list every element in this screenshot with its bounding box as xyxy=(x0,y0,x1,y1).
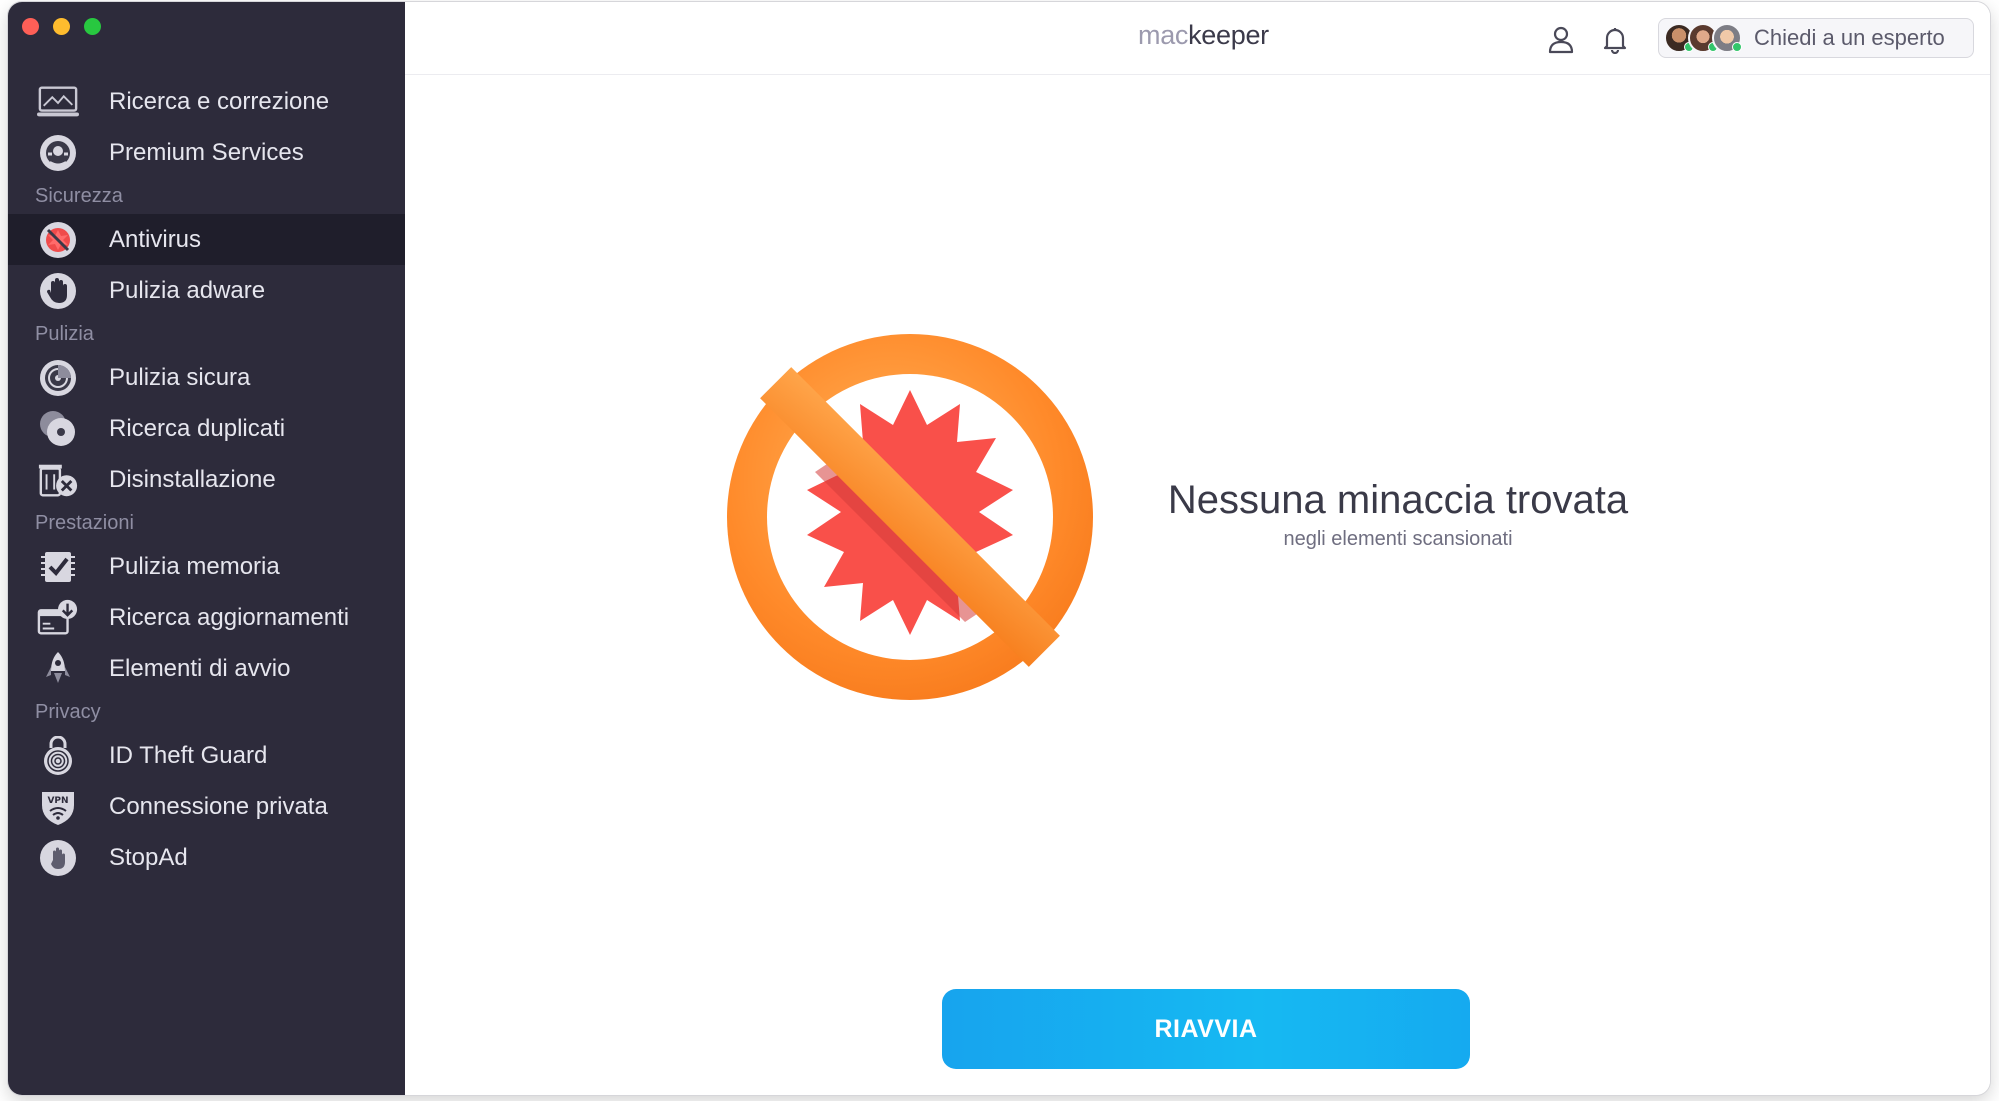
no-threats-icon xyxy=(725,332,1095,702)
sidebar-item-label: Pulizia adware xyxy=(109,276,266,304)
ask-expert-label: Chiedi a un esperto xyxy=(1754,25,1945,50)
logo-keeper: keeper xyxy=(1188,20,1269,50)
sidebar-item-id-theft-guard[interactable]: ID Theft Guard xyxy=(8,730,405,781)
antivirus-icon xyxy=(37,219,79,261)
maximize-window-button[interactable] xyxy=(84,18,101,35)
section-title-privacy: Privacy xyxy=(35,701,101,723)
uninstall-icon xyxy=(37,459,79,501)
sidebar-item-antivirus[interactable]: Antivirus xyxy=(8,214,405,265)
minimize-window-button[interactable] xyxy=(53,18,70,35)
sidebar-item-pulizia-sicura[interactable]: Pulizia sicura xyxy=(8,352,405,403)
mackeeper-logo: mackeeper xyxy=(1138,20,1269,51)
user-icon[interactable] xyxy=(1545,24,1577,56)
top-bar: mackeeper Chiedi a un esperto xyxy=(405,2,1990,75)
sidebar-nav: Ricerca e correzione Premium Services Si… xyxy=(8,76,405,883)
status-subtitle: negli elementi scansionati xyxy=(1283,528,1513,550)
svg-text:VPN: VPN xyxy=(47,796,68,806)
expert-avatars xyxy=(1664,23,1742,53)
section-title-prestazioni: Prestazioni xyxy=(35,512,134,534)
sidebar-item-ricerca-correzione[interactable]: Ricerca e correzione xyxy=(8,76,405,127)
sidebar-item-elementi-avvio[interactable]: Elementi di avvio xyxy=(8,643,405,694)
laptop-scan-icon xyxy=(37,81,79,123)
sidebar-item-pulizia-adware[interactable]: Pulizia adware xyxy=(8,265,405,316)
logo-mac: mac xyxy=(1138,20,1189,50)
status-title: Nessuna minaccia trovata xyxy=(1167,478,1629,522)
sidebar-item-label: Elementi di avvio xyxy=(109,654,291,682)
main-content: mackeeper Chiedi a un esperto Nessuna mi… xyxy=(405,2,1990,1095)
update-download-icon xyxy=(37,597,79,639)
sidebar-item-label: Pulizia memoria xyxy=(109,552,280,580)
sidebar-item-label: Ricerca aggiornamenti xyxy=(109,603,350,631)
sidebar-item-label: Ricerca duplicati xyxy=(109,414,286,442)
riavvia-button[interactable]: RIAVVIA xyxy=(942,989,1470,1069)
premium-services-icon xyxy=(37,132,79,174)
sidebar-item-premium-services[interactable]: Premium Services xyxy=(8,127,405,178)
sidebar-item-label: Disinstallazione xyxy=(109,465,276,493)
sidebar-item-label: Antivirus xyxy=(109,225,202,253)
sidebar-item-label: StopAd xyxy=(109,843,188,871)
sidebar-item-stopad[interactable]: StopAd xyxy=(8,832,405,883)
vpn-shield-icon: VPN xyxy=(37,786,79,828)
disk-clean-icon xyxy=(37,357,79,399)
duplicates-icon xyxy=(37,408,79,450)
ask-expert-button[interactable]: Chiedi a un esperto xyxy=(1658,18,1974,58)
sidebar-item-label: Pulizia sicura xyxy=(109,363,251,391)
sidebar-item-ricerca-aggiornamenti[interactable]: Ricerca aggiornamenti xyxy=(8,592,405,643)
sidebar-item-label: ID Theft Guard xyxy=(109,741,268,769)
close-window-button[interactable] xyxy=(22,18,39,35)
sidebar-item-ricerca-duplicati[interactable]: Ricerca duplicati xyxy=(8,403,405,454)
app-window: Ricerca e correzione Premium Services Si… xyxy=(8,2,1990,1095)
section-title-pulizia: Pulizia xyxy=(35,323,94,345)
fingerprint-lock-icon xyxy=(37,735,79,777)
bell-icon[interactable] xyxy=(1599,24,1631,56)
stopad-hand-icon xyxy=(37,837,79,879)
window-controls xyxy=(22,18,101,35)
memory-chip-icon xyxy=(37,546,79,588)
sidebar-item-label: Connessione privata xyxy=(109,792,328,820)
sidebar-item-label: Premium Services xyxy=(109,138,304,166)
sidebar-item-connessione-privata[interactable]: VPN Connessione privata xyxy=(8,781,405,832)
avatar xyxy=(1712,23,1742,53)
sidebar-item-label: Ricerca e correzione xyxy=(109,87,330,115)
section-title-sicurezza: Sicurezza xyxy=(35,185,123,207)
sidebar-item-pulizia-memoria[interactable]: Pulizia memoria xyxy=(8,541,405,592)
hand-stop-icon xyxy=(37,270,79,312)
sidebar-item-disinstallazione[interactable]: Disinstallazione xyxy=(8,454,405,505)
sidebar: Ricerca e correzione Premium Services Si… xyxy=(8,2,405,1095)
rocket-icon xyxy=(37,648,79,690)
